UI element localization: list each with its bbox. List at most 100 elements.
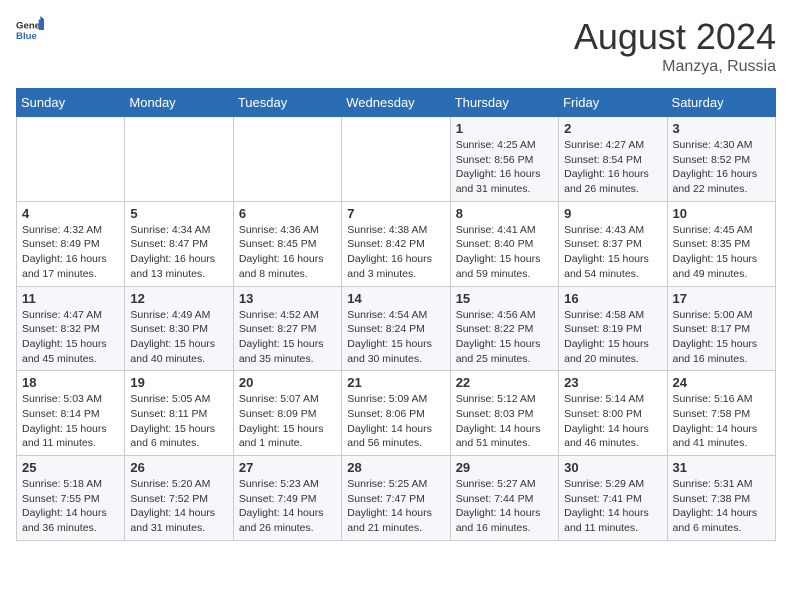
day-number: 9 bbox=[564, 206, 661, 221]
day-info: Sunrise: 4:41 AM Sunset: 8:40 PM Dayligh… bbox=[456, 223, 553, 282]
day-info: Sunrise: 4:45 AM Sunset: 8:35 PM Dayligh… bbox=[673, 223, 770, 282]
page-header: General Blue August 2024 Manzya, Russia bbox=[16, 16, 776, 76]
day-number: 1 bbox=[456, 121, 553, 136]
day-number: 2 bbox=[564, 121, 661, 136]
day-info: Sunrise: 4:58 AM Sunset: 8:19 PM Dayligh… bbox=[564, 308, 661, 367]
dow-thursday: Thursday bbox=[450, 89, 558, 117]
day-info: Sunrise: 5:18 AM Sunset: 7:55 PM Dayligh… bbox=[22, 477, 119, 536]
calendar-cell: 30Sunrise: 5:29 AM Sunset: 7:41 PM Dayli… bbox=[559, 456, 667, 541]
day-info: Sunrise: 5:31 AM Sunset: 7:38 PM Dayligh… bbox=[673, 477, 770, 536]
calendar-cell bbox=[125, 117, 233, 202]
day-info: Sunrise: 4:47 AM Sunset: 8:32 PM Dayligh… bbox=[22, 308, 119, 367]
day-number: 21 bbox=[347, 375, 444, 390]
calendar-cell: 12 Sunrise: 4:49 AM Sunset: 8:30 PM Dayli… bbox=[125, 286, 233, 371]
day-number: 20 bbox=[239, 375, 336, 390]
day-number: 22 bbox=[456, 375, 553, 390]
day-info: Sunrise: 5:12 AM Sunset: 8:03 PM Dayligh… bbox=[456, 392, 553, 451]
calendar-cell: 17 Sunrise: 5:00 AM Sunset: 8:17 PM Dayli… bbox=[667, 286, 775, 371]
day-number: 12 bbox=[130, 291, 227, 306]
day-info: Sunrise: 4:56 AM Sunset: 8:22 PM Dayligh… bbox=[456, 308, 553, 367]
calendar-table: SundayMondayTuesdayWednesdayThursdayFrid… bbox=[16, 88, 776, 541]
day-info: Sunrise: 4:43 AM Sunset: 8:37 PM Dayligh… bbox=[564, 223, 661, 282]
day-number: 10 bbox=[673, 206, 770, 221]
dow-sunday: Sunday bbox=[17, 89, 125, 117]
dow-monday: Monday bbox=[125, 89, 233, 117]
month-title: August 2024 bbox=[574, 16, 776, 58]
day-info: Sunrise: 5:00 AM Sunset: 8:17 PM Dayligh… bbox=[673, 308, 770, 367]
day-number: 26 bbox=[130, 460, 227, 475]
calendar-cell: 7 Sunrise: 4:38 AM Sunset: 8:42 PM Daylig… bbox=[342, 201, 450, 286]
day-info: Sunrise: 4:36 AM Sunset: 8:45 PM Dayligh… bbox=[239, 223, 336, 282]
title-block: August 2024 Manzya, Russia bbox=[574, 16, 776, 76]
calendar-cell: 29 Sunrise: 5:27 AM Sunset: 7:44 PM Dayli… bbox=[450, 456, 558, 541]
calendar-cell: 31Sunrise: 5:31 AM Sunset: 7:38 PM Dayli… bbox=[667, 456, 775, 541]
day-number: 5 bbox=[130, 206, 227, 221]
calendar-cell: 11 Sunrise: 4:47 AM Sunset: 8:32 PM Dayli… bbox=[17, 286, 125, 371]
calendar-cell: 21Sunrise: 5:09 AM Sunset: 8:06 PM Dayli… bbox=[342, 371, 450, 456]
calendar-cell: 4 Sunrise: 4:32 AM Sunset: 8:49 PM Daylig… bbox=[17, 201, 125, 286]
day-number: 27 bbox=[239, 460, 336, 475]
day-number: 25 bbox=[22, 460, 119, 475]
day-info: Sunrise: 4:38 AM Sunset: 8:42 PM Dayligh… bbox=[347, 223, 444, 282]
day-info: Sunrise: 4:52 AM Sunset: 8:27 PM Dayligh… bbox=[239, 308, 336, 367]
calendar-cell: 18Sunrise: 5:03 AM Sunset: 8:14 PM Dayli… bbox=[17, 371, 125, 456]
calendar-cell: 27 Sunrise: 5:23 AM Sunset: 7:49 PM Dayli… bbox=[233, 456, 341, 541]
day-info: Sunrise: 5:16 AM Sunset: 7:58 PM Dayligh… bbox=[673, 392, 770, 451]
day-number: 23 bbox=[564, 375, 661, 390]
calendar-cell: 3 Sunrise: 4:30 AM Sunset: 8:52 PM Daylig… bbox=[667, 117, 775, 202]
day-number: 15 bbox=[456, 291, 553, 306]
day-number: 7 bbox=[347, 206, 444, 221]
day-number: 3 bbox=[673, 121, 770, 136]
day-number: 17 bbox=[673, 291, 770, 306]
day-info: Sunrise: 4:34 AM Sunset: 8:47 PM Dayligh… bbox=[130, 223, 227, 282]
dow-friday: Friday bbox=[559, 89, 667, 117]
calendar-cell: 14Sunrise: 4:54 AM Sunset: 8:24 PM Dayli… bbox=[342, 286, 450, 371]
logo-icon: General Blue bbox=[16, 16, 44, 44]
day-number: 28 bbox=[347, 460, 444, 475]
calendar-cell: 19Sunrise: 5:05 AM Sunset: 8:11 PM Dayli… bbox=[125, 371, 233, 456]
calendar-cell bbox=[342, 117, 450, 202]
day-number: 8 bbox=[456, 206, 553, 221]
day-number: 13 bbox=[239, 291, 336, 306]
day-info: Sunrise: 4:30 AM Sunset: 8:52 PM Dayligh… bbox=[673, 138, 770, 197]
day-number: 16 bbox=[564, 291, 661, 306]
calendar-week-0: 1 Sunrise: 4:25 AM Sunset: 8:56 PM Daylig… bbox=[17, 117, 776, 202]
day-number: 18 bbox=[22, 375, 119, 390]
day-number: 11 bbox=[22, 291, 119, 306]
calendar-cell bbox=[17, 117, 125, 202]
logo: General Blue bbox=[16, 16, 44, 44]
day-info: Sunrise: 4:32 AM Sunset: 8:49 PM Dayligh… bbox=[22, 223, 119, 282]
day-info: Sunrise: 4:25 AM Sunset: 8:56 PM Dayligh… bbox=[456, 138, 553, 197]
day-info: Sunrise: 4:49 AM Sunset: 8:30 PM Dayligh… bbox=[130, 308, 227, 367]
calendar-cell bbox=[233, 117, 341, 202]
day-number: 6 bbox=[239, 206, 336, 221]
calendar-week-4: 25 Sunrise: 5:18 AM Sunset: 7:55 PM Dayli… bbox=[17, 456, 776, 541]
calendar-week-1: 4 Sunrise: 4:32 AM Sunset: 8:49 PM Daylig… bbox=[17, 201, 776, 286]
calendar-cell: 8 Sunrise: 4:41 AM Sunset: 8:40 PM Daylig… bbox=[450, 201, 558, 286]
day-info: Sunrise: 5:14 AM Sunset: 8:00 PM Dayligh… bbox=[564, 392, 661, 451]
day-number: 4 bbox=[22, 206, 119, 221]
day-info: Sunrise: 5:25 AM Sunset: 7:47 PM Dayligh… bbox=[347, 477, 444, 536]
dow-saturday: Saturday bbox=[667, 89, 775, 117]
calendar-cell: 24Sunrise: 5:16 AM Sunset: 7:58 PM Dayli… bbox=[667, 371, 775, 456]
calendar-cell: 15 Sunrise: 4:56 AM Sunset: 8:22 PM Dayli… bbox=[450, 286, 558, 371]
svg-text:Blue: Blue bbox=[16, 31, 37, 42]
calendar-cell: 13 Sunrise: 4:52 AM Sunset: 8:27 PM Dayli… bbox=[233, 286, 341, 371]
calendar-week-2: 11 Sunrise: 4:47 AM Sunset: 8:32 PM Dayli… bbox=[17, 286, 776, 371]
day-info: Sunrise: 5:23 AM Sunset: 7:49 PM Dayligh… bbox=[239, 477, 336, 536]
dow-wednesday: Wednesday bbox=[342, 89, 450, 117]
day-info: Sunrise: 5:20 AM Sunset: 7:52 PM Dayligh… bbox=[130, 477, 227, 536]
calendar-cell: 5 Sunrise: 4:34 AM Sunset: 8:47 PM Daylig… bbox=[125, 201, 233, 286]
day-number: 30 bbox=[564, 460, 661, 475]
dow-tuesday: Tuesday bbox=[233, 89, 341, 117]
calendar-cell: 25 Sunrise: 5:18 AM Sunset: 7:55 PM Dayli… bbox=[17, 456, 125, 541]
calendar-cell: 10 Sunrise: 4:45 AM Sunset: 8:35 PM Dayli… bbox=[667, 201, 775, 286]
calendar-cell: 23 Sunrise: 5:14 AM Sunset: 8:00 PM Dayli… bbox=[559, 371, 667, 456]
day-info: Sunrise: 5:27 AM Sunset: 7:44 PM Dayligh… bbox=[456, 477, 553, 536]
day-info: Sunrise: 5:07 AM Sunset: 8:09 PM Dayligh… bbox=[239, 392, 336, 451]
calendar-cell: 9 Sunrise: 4:43 AM Sunset: 8:37 PM Daylig… bbox=[559, 201, 667, 286]
day-info: Sunrise: 4:27 AM Sunset: 8:54 PM Dayligh… bbox=[564, 138, 661, 197]
calendar-cell: 22 Sunrise: 5:12 AM Sunset: 8:03 PM Dayli… bbox=[450, 371, 558, 456]
calendar-cell: 6 Sunrise: 4:36 AM Sunset: 8:45 PM Daylig… bbox=[233, 201, 341, 286]
day-number: 29 bbox=[456, 460, 553, 475]
